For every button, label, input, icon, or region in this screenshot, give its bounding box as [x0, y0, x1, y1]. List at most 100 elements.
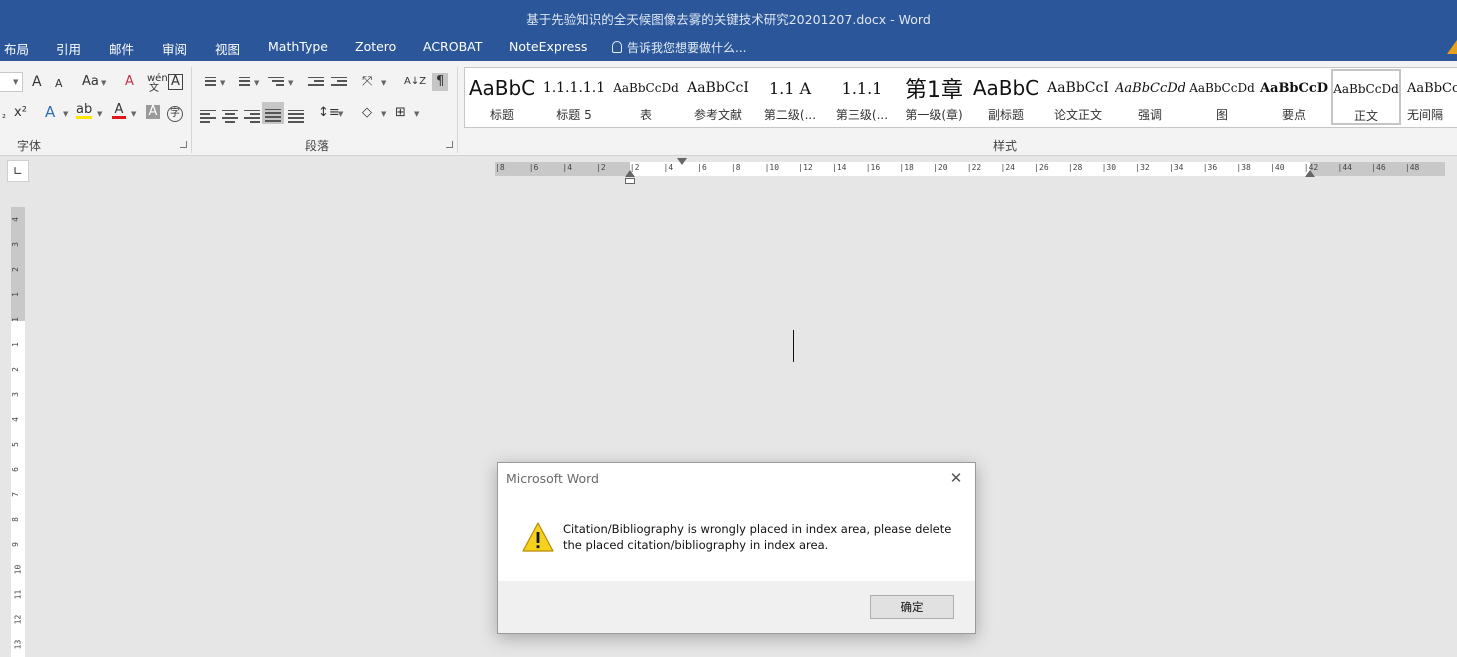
style-level-3[interactable]: 1.1.1 第三级(... [827, 68, 897, 127]
ribbon: ▼ A A Aa ▼ A wén 文 A ₂ x² A ▼ ab ▼ A ▼ A… [0, 61, 1457, 156]
tab-mathtype[interactable]: MathType [268, 39, 328, 54]
style-emphasis[interactable]: AaBbCcDd 强调 [1115, 68, 1185, 127]
align-left-icon[interactable] [200, 107, 216, 125]
tab-selector[interactable]: ∟ [7, 160, 29, 182]
tab-references[interactable]: 引用 [56, 39, 81, 58]
align-right-icon[interactable] [244, 107, 260, 125]
numbering-icon[interactable] [234, 74, 250, 88]
vertical-ruler-tick: 2 [11, 367, 20, 372]
align-center-icon[interactable] [222, 107, 238, 125]
dialog-title: Microsoft Word [506, 471, 599, 486]
text-effects-icon[interactable]: A [45, 104, 55, 120]
paragraph-dialog-launcher-icon[interactable] [446, 141, 453, 148]
ruler-tick: |10 [764, 163, 780, 172]
font-size-select[interactable]: ▼ [0, 72, 23, 92]
horizontal-ruler[interactable]: |8 |6 |4 |2 |2 |4 |6 |8 |10 |12 |14 |16 |18 |20 |22 |24… [495, 162, 1445, 176]
borders-icon[interactable]: ⊞ [395, 105, 406, 121]
tab-acrobat[interactable]: ACROBAT [423, 39, 482, 54]
vertical-ruler-tick: 7 [11, 492, 20, 497]
ruler-tick: |16 [865, 163, 881, 172]
clear-formatting-icon[interactable]: A [125, 74, 134, 90]
ruler-tick: |34 [1169, 163, 1184, 172]
ruler-tick: |46 [1371, 163, 1386, 172]
ruler-tick: |30 [1101, 163, 1117, 172]
ruler-tick: |18 [899, 163, 914, 172]
style-level-1[interactable]: 第1章 第一级(章) [899, 68, 969, 127]
hanging-indent-marker[interactable] [625, 170, 635, 177]
chinese-layout-icon[interactable]: ⤧ [362, 74, 372, 90]
styles-group-label: 样式 [993, 139, 1018, 153]
vertical-ruler-tick: 1 [11, 292, 20, 297]
tab-review[interactable]: 审阅 [162, 39, 187, 58]
ruler-tick: |22 [966, 163, 982, 172]
close-icon[interactable]: ✕ [945, 467, 967, 489]
superscript-icon[interactable]: x² [14, 105, 27, 121]
bullets-icon[interactable] [200, 74, 216, 88]
character-shading-icon[interactable]: A [146, 105, 160, 119]
highlight-icon[interactable]: ab [76, 103, 93, 119]
vertical-ruler-tick: 1 [11, 317, 20, 322]
vertical-ruler-tick: 13 [13, 639, 23, 650]
ruler-tick: |36 [1202, 163, 1218, 172]
message-dialog: Microsoft Word ✕ Citation/Bibliography i… [497, 462, 976, 634]
paragraph-group-label: 段落 [305, 139, 330, 153]
enclose-characters-icon[interactable]: 字 [167, 106, 183, 122]
style-subtitle[interactable]: AaBbC 副标题 [971, 68, 1041, 127]
text-cursor [793, 330, 794, 362]
tab-mailings[interactable]: 邮件 [109, 39, 134, 58]
vertical-ruler-tick: 6 [11, 467, 20, 472]
vertical-ruler[interactable]: 4 3 2 1 1 1 2 3 4 5 6 7 8 9 10 11 12 13 [11, 207, 25, 657]
justify-icon[interactable] [262, 102, 284, 124]
font-dialog-launcher-icon[interactable] [180, 141, 187, 148]
style-body-text[interactable]: AaBbCcI 论文正文 [1043, 68, 1113, 127]
style-heading-5[interactable]: 1.1.1.1.1 标题 5 [539, 68, 609, 127]
ok-button[interactable]: 确定 [870, 595, 954, 619]
tab-view[interactable]: 视图 [215, 39, 240, 58]
ruler-tick: |6 [697, 163, 707, 172]
style-normal[interactable]: AaBbCcDd 正文 [1331, 69, 1401, 125]
distributed-icon[interactable] [288, 107, 304, 125]
decrease-indent-icon[interactable] [308, 74, 324, 88]
font-color-icon[interactable]: A [112, 103, 126, 119]
vertical-ruler-tick: 12 [13, 614, 23, 625]
tab-layout[interactable]: 布局 [4, 39, 29, 58]
subscript-icon[interactable]: ₂ [2, 108, 6, 124]
change-case-icon[interactable]: Aa [82, 74, 99, 90]
style-table[interactable]: AaBbCcDd 表 [611, 68, 681, 127]
ruler-tick: |8 [495, 163, 505, 172]
tab-noteexpress[interactable]: NoteExpress [509, 39, 587, 54]
line-spacing-icon[interactable]: ↕≡ [318, 105, 340, 121]
tab-zotero[interactable]: Zotero [355, 39, 396, 54]
ruler-tick: |32 [1135, 163, 1150, 172]
left-indent-marker[interactable] [625, 178, 635, 184]
vertical-ruler-tick: 4 [11, 217, 20, 222]
shading-icon[interactable]: ◇ [362, 105, 372, 121]
character-border-icon[interactable]: A [168, 74, 183, 90]
ruler-tick: |8 [730, 163, 741, 172]
styles-gallery: AaBbC 标题 1.1.1.1.1 标题 5 AaBbCcDd 表 AaBbCcI 参… [464, 67, 1457, 128]
right-indent-marker[interactable] [1305, 170, 1315, 177]
style-figure[interactable]: AaBbCcDd 图 [1187, 68, 1257, 127]
tell-me-text: 告诉我您想要做什么... [627, 41, 747, 55]
vertical-ruler-tick: 1 [11, 342, 20, 347]
multilevel-list-icon[interactable] [268, 74, 284, 88]
style-no-spacing[interactable]: AaBbCcI无间隔 [1403, 68, 1457, 127]
first-line-indent-marker[interactable] [677, 158, 687, 165]
grow-font-icon[interactable]: A [32, 74, 42, 90]
ruler-tick: |44 [1337, 163, 1352, 172]
style-references[interactable]: AaBbCcI 参考文献 [683, 68, 753, 127]
ruler-tick: |20 [933, 163, 948, 172]
ruler-tick: |28 [1067, 163, 1083, 172]
vertical-ruler-tick: 5 [11, 442, 20, 447]
tell-me-box[interactable]: 告诉我您想要做什么... [612, 39, 746, 56]
show-marks-icon[interactable]: ¶ [432, 73, 449, 91]
ruler-tick: |4 [562, 163, 573, 172]
increase-indent-icon[interactable] [331, 74, 347, 88]
style-title[interactable]: AaBbC 标题 [467, 68, 537, 127]
vertical-ruler-tick: 4 [11, 417, 20, 422]
sort-icon[interactable]: A↓Z [404, 74, 426, 90]
style-level-2[interactable]: 1.1 A 第二级(... [755, 68, 825, 127]
style-strong[interactable]: AaBbCcD 要点 [1259, 68, 1329, 127]
vertical-ruler-tick: 10 [13, 564, 23, 575]
shrink-font-icon[interactable]: A [55, 76, 63, 92]
